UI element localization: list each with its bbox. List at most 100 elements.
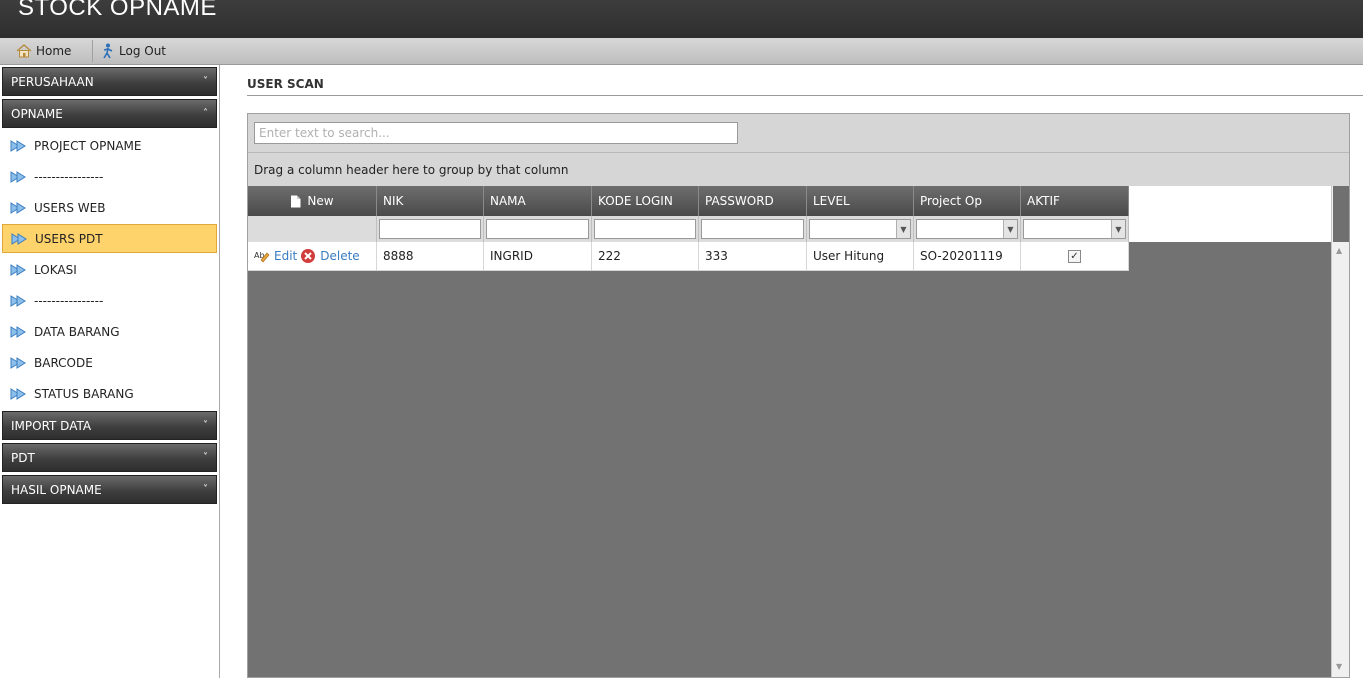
- title-bar: STOCK OPNAME: [0, 0, 1363, 38]
- filter-level[interactable]: ▼: [807, 216, 914, 242]
- sidebar-item-label: STATUS BARANG: [34, 386, 134, 401]
- filter-kode-login[interactable]: [592, 216, 699, 242]
- delete-command[interactable]: Delete: [300, 248, 360, 264]
- sidebar-item-lokasi[interactable]: LOKASI: [2, 255, 217, 284]
- group-panel-hint: Drag a column header here to group by th…: [254, 162, 569, 177]
- edit-link[interactable]: Edit: [274, 249, 297, 263]
- sidebar: PERUSAHAAN ˅ OPNAME ˄ PROJECT OPNAME ---…: [0, 65, 220, 678]
- header-row: New NIK NAMA KODE LOGIN PASSWORD LEVEL P…: [248, 186, 1129, 216]
- cell-project-op[interactable]: SO-20201119: [914, 242, 1021, 271]
- filter-nik[interactable]: [377, 216, 484, 242]
- dropdown-arrow-icon[interactable]: ▼: [1111, 220, 1125, 238]
- group-panel[interactable]: Drag a column header here to group by th…: [248, 153, 1349, 186]
- sidebar-group-opname[interactable]: OPNAME ˄: [2, 99, 217, 128]
- filter-input[interactable]: [594, 219, 696, 239]
- delete-icon: [301, 249, 316, 263]
- sidebar-item-label: PROJECT OPNAME: [34, 138, 142, 153]
- cell-aktif[interactable]: ✓: [1021, 242, 1129, 271]
- sidebar-item-label: USERS WEB: [34, 200, 106, 215]
- column-header-label: NIK: [383, 194, 404, 208]
- sidebar-group-hasil-opname[interactable]: HASIL OPNAME ˅: [2, 475, 217, 504]
- top-nav: Home Log Out: [0, 38, 1363, 65]
- aktif-checkbox[interactable]: ✓: [1068, 249, 1081, 263]
- column-header-level[interactable]: LEVEL: [807, 186, 914, 216]
- double-arrow-icon: [10, 263, 26, 276]
- search-panel: [248, 114, 1349, 153]
- column-header-label: KODE LOGIN: [598, 194, 673, 208]
- search-input[interactable]: [254, 122, 738, 144]
- walking-person-icon: [103, 43, 113, 59]
- scrollbar-thumb[interactable]: [1333, 186, 1349, 242]
- table-row: Ab Edit Delete 8888 INGRID 222 333 User …: [248, 242, 1129, 271]
- group-label: PERUSAHAAN: [11, 74, 94, 89]
- filter-nama[interactable]: [484, 216, 592, 242]
- filter-project-op[interactable]: ▼: [914, 216, 1021, 242]
- double-arrow-icon: [10, 201, 26, 214]
- sidebar-item-label: LOKASI: [34, 262, 77, 277]
- dropdown-arrow-icon[interactable]: ▼: [1003, 220, 1017, 238]
- filter-cell-empty: [248, 216, 377, 242]
- double-arrow-icon: [10, 170, 26, 183]
- filter-input[interactable]: [701, 219, 804, 239]
- sidebar-item-separator[interactable]: ----------------: [2, 286, 217, 315]
- sidebar-item-users-web[interactable]: USERS WEB: [2, 193, 217, 222]
- cell-nik[interactable]: 8888: [377, 242, 484, 271]
- scroll-up-icon[interactable]: ▲: [1336, 246, 1342, 255]
- filter-input[interactable]: [379, 219, 481, 239]
- cell-nama[interactable]: INGRID: [484, 242, 592, 271]
- sidebar-item-label: BARCODE: [34, 355, 93, 370]
- group-label: OPNAME: [11, 106, 63, 121]
- filter-combo[interactable]: ▼: [916, 219, 1018, 239]
- scroll-down-icon[interactable]: ▼: [1336, 662, 1342, 671]
- column-header-aktif[interactable]: AKTIF: [1021, 186, 1129, 216]
- group-label: PDT: [11, 450, 35, 465]
- logout-button[interactable]: Log Out: [92, 40, 172, 62]
- sidebar-item-label: ----------------: [34, 293, 104, 308]
- page-title: USER SCAN: [247, 77, 324, 91]
- column-header-label: AKTIF: [1027, 194, 1060, 208]
- double-arrow-icon: [10, 294, 26, 307]
- column-header-nama[interactable]: NAMA: [484, 186, 592, 216]
- filter-password[interactable]: [699, 216, 807, 242]
- cell-level[interactable]: User Hitung: [807, 242, 914, 271]
- filter-combo[interactable]: ▼: [809, 219, 911, 239]
- delete-link[interactable]: Delete: [320, 249, 359, 263]
- home-icon: [16, 44, 32, 58]
- cell-password[interactable]: 333: [699, 242, 807, 271]
- data-grid: Drag a column header here to group by th…: [247, 113, 1350, 678]
- sidebar-group-perusahaan[interactable]: PERUSAHAAN ˅: [2, 67, 217, 96]
- filter-input[interactable]: [486, 219, 589, 239]
- app-title: STOCK OPNAME: [18, 0, 217, 21]
- column-header-project-op[interactable]: Project Op: [914, 186, 1021, 216]
- sidebar-item-separator[interactable]: ----------------: [2, 162, 217, 191]
- sidebar-item-label: USERS PDT: [35, 231, 103, 246]
- new-label: New: [307, 194, 334, 208]
- sidebar-item-project-opname[interactable]: PROJECT OPNAME: [2, 131, 217, 160]
- sidebar-item-label: DATA BARANG: [34, 324, 120, 339]
- sidebar-group-pdt[interactable]: PDT ˅: [2, 443, 217, 472]
- filter-aktif[interactable]: ▼: [1021, 216, 1129, 242]
- cell-kode-login[interactable]: 222: [592, 242, 699, 271]
- filter-combo[interactable]: ▼: [1023, 219, 1126, 239]
- dropdown-arrow-icon[interactable]: ▼: [896, 220, 910, 238]
- chevron-down-icon: ˅: [203, 76, 208, 87]
- home-button[interactable]: Home: [10, 40, 77, 62]
- table-area: New NIK NAMA KODE LOGIN PASSWORD LEVEL P…: [248, 186, 1331, 677]
- chevron-up-icon: ˄: [203, 108, 208, 119]
- column-header-nik[interactable]: NIK: [377, 186, 484, 216]
- sidebar-item-status-barang[interactable]: STATUS BARANG: [2, 379, 217, 408]
- column-header-label: PASSWORD: [705, 194, 774, 208]
- new-button[interactable]: New: [248, 186, 377, 216]
- row-commands: Ab Edit Delete: [248, 242, 377, 271]
- column-header-password[interactable]: PASSWORD: [699, 186, 807, 216]
- group-label: HASIL OPNAME: [11, 482, 102, 497]
- chevron-down-icon: ˅: [203, 484, 208, 495]
- sidebar-item-barcode[interactable]: BARCODE: [2, 348, 217, 377]
- edit-command[interactable]: Ab Edit: [254, 249, 297, 263]
- sidebar-item-data-barang[interactable]: DATA BARANG: [2, 317, 217, 346]
- logout-label: Log Out: [119, 44, 167, 58]
- vertical-scrollbar[interactable]: ▲ ▼: [1331, 186, 1349, 677]
- column-header-kode-login[interactable]: KODE LOGIN: [592, 186, 699, 216]
- sidebar-item-users-pdt[interactable]: USERS PDT: [2, 224, 217, 253]
- sidebar-group-import-data[interactable]: IMPORT DATA ˅: [2, 411, 217, 440]
